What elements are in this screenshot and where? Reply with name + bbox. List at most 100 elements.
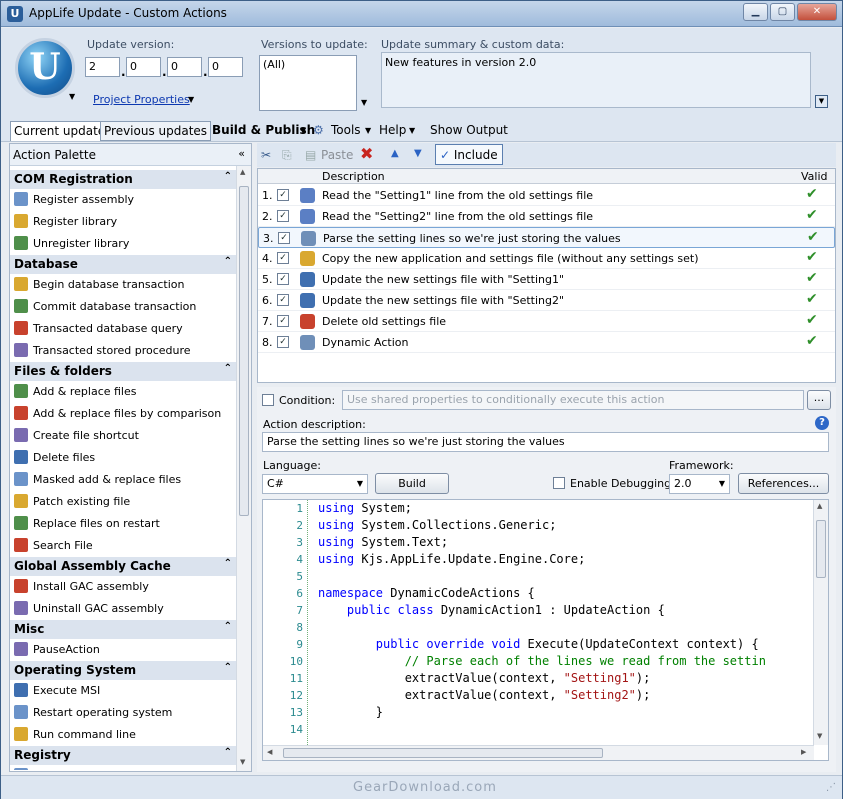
condition-checkbox[interactable] <box>262 394 274 406</box>
action-row-checkbox[interactable]: ✓ <box>277 189 289 201</box>
move-up-icon[interactable]: ▲ <box>391 148 399 159</box>
palette-item[interactable]: Register assembly <box>10 189 236 211</box>
palette-item[interactable]: Begin database transaction <box>10 274 236 296</box>
version-build-field[interactable]: 0 <box>167 57 202 77</box>
collapse-category-icon[interactable]: ⌃ <box>224 662 232 673</box>
collapse-category-icon[interactable]: ⌃ <box>224 621 232 632</box>
project-properties-link[interactable]: Project Properties <box>93 93 190 106</box>
palette-category[interactable]: Misc ⌃ <box>10 620 236 639</box>
code-horizontal-scrollbar[interactable]: ◀ ▶ <box>263 745 814 760</box>
build-publish-arrow-icon[interactable]: ▼ <box>300 126 306 135</box>
palette-item[interactable]: Create registry key <box>10 765 236 770</box>
framework-dropdown-icon[interactable]: ▼ <box>719 479 725 488</box>
code-scroll-down-icon[interactable]: ▼ <box>817 732 822 740</box>
code-vertical-scrollbar[interactable]: ▲ ▼ <box>813 500 828 745</box>
action-row[interactable]: 4. ✓ Copy the new application and settings… <box>258 248 835 269</box>
versions-dropdown-icon[interactable]: ▼ <box>361 98 367 107</box>
palette-category[interactable]: Database ⌃ <box>10 255 236 274</box>
palette-item[interactable]: Replace files on restart <box>10 513 236 535</box>
action-row-checkbox[interactable]: ✓ <box>277 336 289 348</box>
framework-select[interactable]: 2.0 ▼ <box>669 474 730 494</box>
palette-item[interactable]: Create file shortcut <box>10 425 236 447</box>
code-hscroll-thumb[interactable] <box>283 748 603 758</box>
show-output-button[interactable]: Show Output <box>430 123 508 137</box>
maximize-button[interactable]: ▢ <box>770 3 795 21</box>
version-minor-field[interactable]: 0 <box>126 57 161 77</box>
collapse-category-icon[interactable]: ⌃ <box>224 256 232 267</box>
summary-expand-icon[interactable]: ▼ <box>815 95 828 108</box>
tools-menu[interactable]: Tools <box>331 123 361 137</box>
code-editor[interactable]: 1 2 3 4 5 6 7 8 9 10 11 12 13 14 using System; using S… <box>262 499 829 761</box>
paste-button[interactable]: Paste <box>321 148 353 162</box>
action-row[interactable]: 3. ✓ Parse the setting lines so we're just… <box>258 227 835 248</box>
action-row-checkbox[interactable]: ✓ <box>277 294 289 306</box>
versions-list-item[interactable]: (All) <box>263 58 353 71</box>
condition-field[interactable]: Use shared properties to conditionally e… <box>342 390 804 410</box>
close-button[interactable]: ✕ <box>797 3 837 21</box>
versions-list[interactable]: (All) <box>259 55 357 111</box>
action-row[interactable]: 2. ✓ Read the "Setting2" line from the old… <box>258 206 835 227</box>
condition-browse-button[interactable]: ... <box>807 390 831 410</box>
palette-category[interactable]: COM Registration ⌃ <box>10 170 236 189</box>
collapse-category-icon[interactable]: ⌃ <box>224 171 232 182</box>
palette-category[interactable]: Registry ⌃ <box>10 746 236 765</box>
palette-item[interactable]: Transacted database query <box>10 318 236 340</box>
minimize-button[interactable]: ▁ <box>743 3 768 21</box>
scroll-up-icon[interactable]: ▲ <box>240 168 245 176</box>
copy-icon[interactable]: ⎘ <box>282 148 292 163</box>
language-select[interactable]: C# ▼ <box>262 474 368 494</box>
collapse-category-icon[interactable]: ⌃ <box>224 747 232 758</box>
summary-field[interactable]: New features in version 2.0 <box>381 52 811 108</box>
code-scroll-right-icon[interactable]: ▶ <box>801 748 806 756</box>
collapse-category-icon[interactable]: ⌃ <box>224 558 232 569</box>
action-row[interactable]: 5. ✓ Update the new settings file with "Se… <box>258 269 835 290</box>
include-button[interactable]: ✓ Include <box>435 144 503 165</box>
palette-item[interactable]: Commit database transaction <box>10 296 236 318</box>
version-major-field[interactable]: 2 <box>85 57 120 77</box>
palette-item[interactable]: Transacted stored procedure <box>10 340 236 362</box>
tab-current-update[interactable]: Current update <box>10 121 110 141</box>
build-button[interactable]: Build <box>375 473 449 494</box>
action-description-field[interactable]: Parse the setting lines so we're just st… <box>262 432 829 452</box>
code-text[interactable]: using System; using System.Collections.Ge… <box>318 500 808 745</box>
palette-item[interactable]: Uninstall GAC assembly <box>10 598 236 620</box>
palette-item[interactable]: Search File <box>10 535 236 557</box>
col-valid[interactable]: Valid <box>801 170 828 183</box>
palette-category[interactable]: Global Assembly Cache ⌃ <box>10 557 236 576</box>
cut-icon[interactable]: ✂ <box>261 148 271 162</box>
tools-arrow-icon[interactable]: ▼ <box>365 126 371 135</box>
language-dropdown-icon[interactable]: ▼ <box>357 479 363 488</box>
palette-category[interactable]: Operating System ⌃ <box>10 661 236 680</box>
help-icon[interactable]: ? <box>815 416 829 430</box>
references-button[interactable]: References... <box>738 473 829 494</box>
version-revision-field[interactable]: 0 <box>208 57 243 77</box>
palette-item[interactable]: Unregister library <box>10 233 236 255</box>
collapse-palette-icon[interactable]: « <box>238 147 245 160</box>
palette-item[interactable]: Execute MSI <box>10 680 236 702</box>
delete-icon[interactable]: ✖ <box>360 144 373 163</box>
action-row-checkbox[interactable]: ✓ <box>277 210 289 222</box>
palette-item[interactable]: Add & replace files by comparison <box>10 403 236 425</box>
code-scroll-thumb[interactable] <box>816 520 826 578</box>
palette-item[interactable]: Patch existing file <box>10 491 236 513</box>
collapse-category-icon[interactable]: ⌃ <box>224 363 232 374</box>
action-row[interactable]: 7. ✓ Delete old settings file ✔ <box>258 311 835 332</box>
action-row[interactable]: 8. ✓ Dynamic Action ✔ <box>258 332 835 353</box>
move-down-icon[interactable]: ▼ <box>414 148 422 159</box>
tab-previous-updates[interactable]: Previous updates <box>100 121 212 141</box>
resize-grip-icon[interactable]: ⋰ <box>826 782 836 793</box>
action-row-checkbox[interactable]: ✓ <box>277 252 289 264</box>
palette-category[interactable]: Files & folders ⌃ <box>10 362 236 381</box>
help-menu[interactable]: Help <box>379 123 406 137</box>
palette-item[interactable]: Add & replace files <box>10 381 236 403</box>
code-scroll-left-icon[interactable]: ◀ <box>267 748 272 756</box>
enable-debugging-checkbox[interactable] <box>553 477 565 489</box>
applife-logo-button[interactable]: U <box>15 38 75 98</box>
help-arrow-icon[interactable]: ▼ <box>409 126 415 135</box>
logo-menu-arrow-icon[interactable]: ▼ <box>69 92 75 101</box>
palette-item[interactable]: Install GAC assembly <box>10 576 236 598</box>
palette-item[interactable]: Masked add & replace files <box>10 469 236 491</box>
action-row-checkbox[interactable]: ✓ <box>277 273 289 285</box>
palette-item[interactable]: Restart operating system <box>10 702 236 724</box>
palette-item[interactable]: Run command line <box>10 724 236 746</box>
